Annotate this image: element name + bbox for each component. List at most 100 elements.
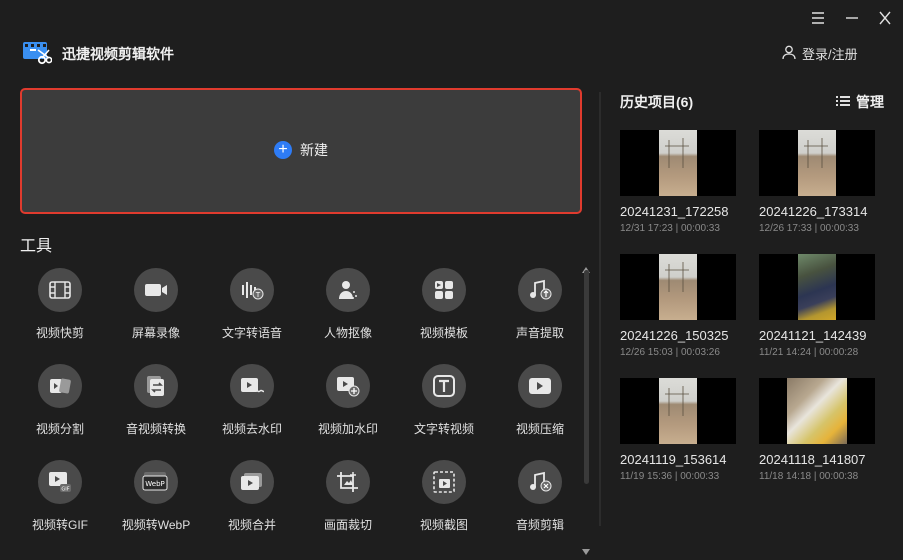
tool-label: 视频加水印 [317, 422, 378, 436]
text-to-video-icon [422, 364, 466, 408]
svg-text:T: T [255, 291, 261, 299]
tool-text-to-speech[interactable]: T 文字转语音 [204, 268, 300, 341]
tool-label: 画面裁切 [323, 518, 372, 532]
manage-button[interactable]: 管理 [836, 92, 884, 112]
tool-label: 视频分割 [35, 422, 84, 436]
project-thumbnail [620, 254, 736, 320]
scroll-up-icon[interactable] [582, 260, 590, 273]
tools-heading: 工具 [20, 238, 53, 255]
project-meta: 12/26 17:33 | 00:00:33 [759, 223, 859, 234]
tool-label: 视频模板 [419, 326, 468, 340]
project-meta: 11/21 14:24 | 00:00:28 [759, 347, 859, 358]
project-name: 20241121_142439 [759, 328, 867, 343]
merge-icon [230, 460, 274, 504]
new-project-label: 新建 [300, 142, 328, 158]
history-title: 历史项目(6) [620, 94, 694, 110]
new-project-button[interactable]: + 新建 [20, 88, 582, 214]
audio-cut-icon [518, 460, 562, 504]
tool-label: 视频合并 [227, 518, 276, 532]
svg-text:GIF: GIF [61, 487, 69, 493]
text-to-speech-icon: T [230, 268, 274, 312]
compress-icon [518, 364, 562, 408]
tool-film[interactable]: 视频快剪 [12, 268, 108, 341]
tool-label: 音频剪辑 [515, 518, 564, 532]
svg-text:WebP: WebP [145, 480, 164, 488]
scroll-down-icon[interactable] [582, 542, 590, 555]
app-logo-icon [22, 38, 53, 66]
tool-label: 视频截图 [419, 518, 468, 532]
history-project-card[interactable]: 20241121_142439 11/21 14:24 | 00:00:28 [759, 254, 875, 358]
tool-add-watermark[interactable]: 视频加水印 [300, 364, 396, 437]
tool-label: 视频转WebP [121, 518, 191, 532]
project-name: 20241226_173314 [759, 204, 868, 219]
tool-compress[interactable]: 视频压缩 [492, 364, 588, 437]
tool-video-split[interactable]: 视频分割 [12, 364, 108, 437]
remove-watermark-icon [230, 364, 274, 408]
manage-label: 管理 [856, 94, 884, 110]
history-project-card[interactable]: 20241226_150325 12/26 15:03 | 00:03:26 [620, 254, 736, 358]
add-watermark-icon [326, 364, 370, 408]
tool-remove-watermark[interactable]: 视频去水印 [204, 364, 300, 437]
login-label: 登录/注册 [802, 47, 858, 62]
project-meta: 12/31 17:23 | 00:00:33 [620, 223, 720, 234]
audio-extract-icon [518, 268, 562, 312]
project-thumbnail [759, 130, 875, 196]
tool-label: 视频转GIF [32, 518, 88, 532]
tool-label: 音视频转换 [125, 422, 186, 436]
template-icon [422, 268, 466, 312]
panel-divider [599, 92, 601, 526]
tool-label: 屏幕录像 [131, 326, 180, 340]
history-project-card[interactable]: 20241119_153614 11/19 15:36 | 00:00:33 [620, 378, 736, 482]
tool-webp[interactable]: WebP 视频转WebP [108, 460, 204, 533]
tool-crop[interactable]: 画面裁切 [300, 460, 396, 533]
screenshot-icon [422, 460, 466, 504]
history-project-card[interactable]: 20241231_172258 12/31 17:23 | 00:00:33 [620, 130, 736, 234]
tool-audio-cut[interactable]: 音频剪辑 [492, 460, 588, 533]
gif-icon: GIF [38, 460, 82, 504]
history-project-card[interactable]: 20241118_141807 11/18 14:18 | 00:00:38 [759, 378, 875, 482]
list-icon [836, 94, 850, 110]
project-meta: 11/19 15:36 | 00:00:33 [620, 471, 720, 482]
project-name: 20241118_141807 [759, 452, 866, 467]
webp-icon: WebP [134, 460, 178, 504]
user-icon [782, 45, 796, 63]
tool-audio-extract[interactable]: 声音提取 [492, 268, 588, 341]
menu-button[interactable] [808, 9, 828, 27]
tool-label: 视频快剪 [35, 326, 84, 340]
tool-template[interactable]: 视频模板 [396, 268, 492, 341]
crop-icon [326, 460, 370, 504]
history-project-card[interactable]: 20241226_173314 12/26 17:33 | 00:00:33 [759, 130, 875, 234]
project-name: 20241226_150325 [620, 328, 729, 343]
video-split-icon [38, 364, 82, 408]
tool-label: 人物抠像 [323, 326, 372, 340]
minimize-button[interactable] [842, 9, 862, 27]
project-meta: 11/18 14:18 | 00:00:38 [759, 471, 859, 482]
tool-label: 视频去水印 [221, 422, 282, 436]
tool-label: 文字转语音 [221, 326, 282, 340]
app-title: 迅捷视频剪辑软件 [62, 46, 174, 62]
person-cutout-icon [326, 268, 370, 312]
scrollbar-thumb[interactable] [584, 270, 589, 484]
tool-gif[interactable]: GIF 视频转GIF [12, 460, 108, 533]
tool-person-cutout[interactable]: 人物抠像 [300, 268, 396, 341]
login-button[interactable]: 登录/注册 [782, 44, 858, 63]
tool-screenshot[interactable]: 视频截图 [396, 460, 492, 533]
tool-text-to-video[interactable]: 文字转视频 [396, 364, 492, 437]
film-icon [38, 268, 82, 312]
project-thumbnail [759, 254, 875, 320]
project-meta: 12/26 15:03 | 00:03:26 [620, 347, 720, 358]
tool-label: 文字转视频 [413, 422, 474, 436]
tool-label: 视频压缩 [515, 422, 564, 436]
project-name: 20241231_172258 [620, 204, 729, 219]
camera-icon [134, 268, 178, 312]
project-thumbnail [620, 130, 736, 196]
plus-icon: + [274, 141, 292, 159]
tool-convert[interactable]: 音视频转换 [108, 364, 204, 437]
project-thumbnail [620, 378, 736, 444]
tool-merge[interactable]: 视频合并 [204, 460, 300, 533]
tool-label: 声音提取 [515, 326, 564, 340]
project-name: 20241119_153614 [620, 452, 727, 467]
close-button[interactable] [875, 9, 895, 27]
tool-camera[interactable]: 屏幕录像 [108, 268, 204, 341]
title-bar: 迅捷视频剪辑软件 登录/注册 [0, 0, 903, 88]
